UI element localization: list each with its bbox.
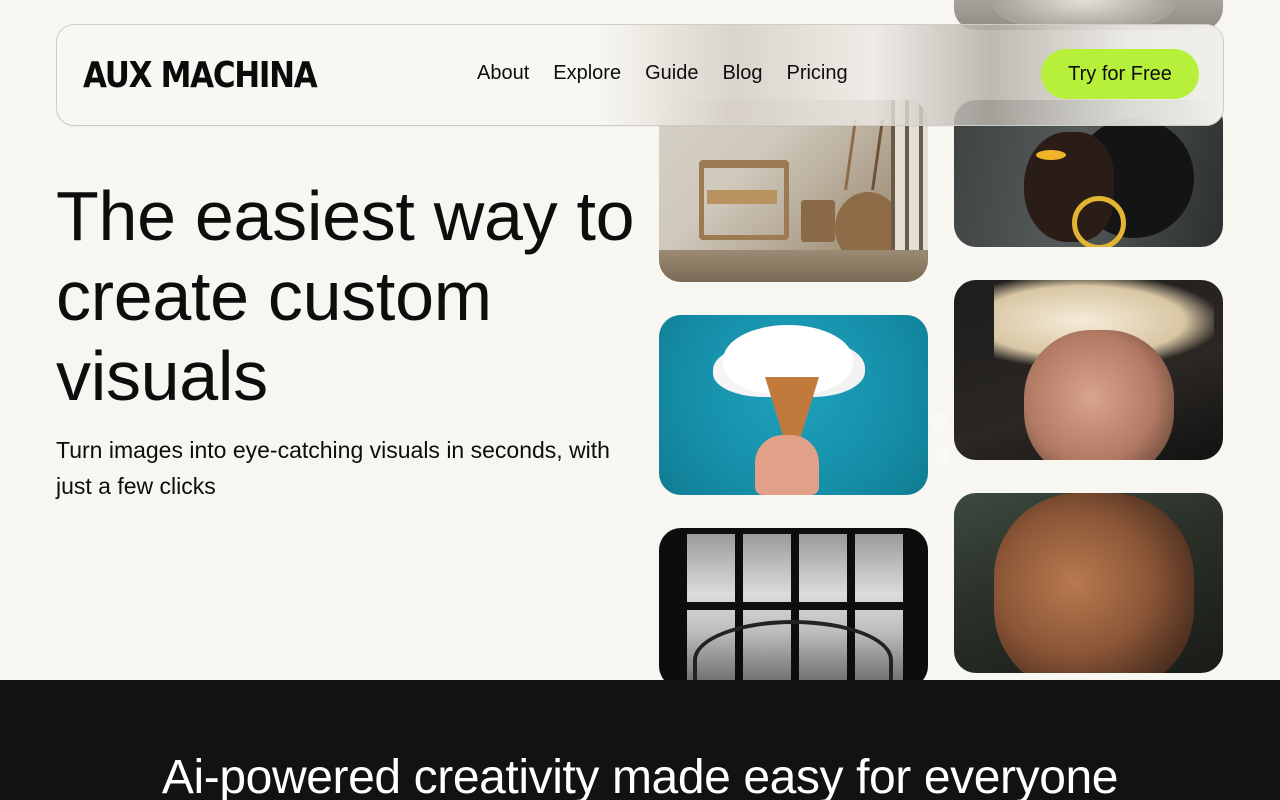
features-section: Ai-powered creativity made easy for ever… [0, 680, 1280, 800]
nav-link-explore[interactable]: Explore [553, 62, 621, 85]
nav-links: About Explore Guide Blog Pricing [477, 62, 848, 85]
hero-title: The easiest way to create custom visuals [56, 177, 635, 415]
room-interior-image[interactable] [659, 100, 928, 282]
nav-link-about[interactable]: About [477, 62, 529, 85]
logo[interactable]: AUX MACHINA [83, 55, 318, 96]
nav-link-pricing[interactable]: Pricing [786, 62, 847, 85]
old-man-portrait-image[interactable] [954, 493, 1223, 673]
ice-cream-cloud-image[interactable] [659, 315, 928, 495]
nav-link-guide[interactable]: Guide [645, 62, 698, 85]
try-for-free-button[interactable]: Try for Free [1041, 49, 1199, 99]
section-title: Ai-powered creativity made easy for ever… [161, 751, 1119, 800]
harbour-bridge-window-image[interactable] [659, 528, 928, 680]
blond-man-portrait-image[interactable] [954, 280, 1223, 460]
site-header: AUX MACHINA About Explore Guide Blog Pri… [56, 24, 1224, 126]
carousel-left-arrow-icon-2[interactable]: ‹ [929, 413, 947, 431]
carousel-right-arrow-icon[interactable]: › [933, 447, 951, 465]
nav-link-blog[interactable]: Blog [722, 62, 762, 85]
hero-subtitle: Turn images into eye-catching visuals in… [56, 437, 610, 499]
